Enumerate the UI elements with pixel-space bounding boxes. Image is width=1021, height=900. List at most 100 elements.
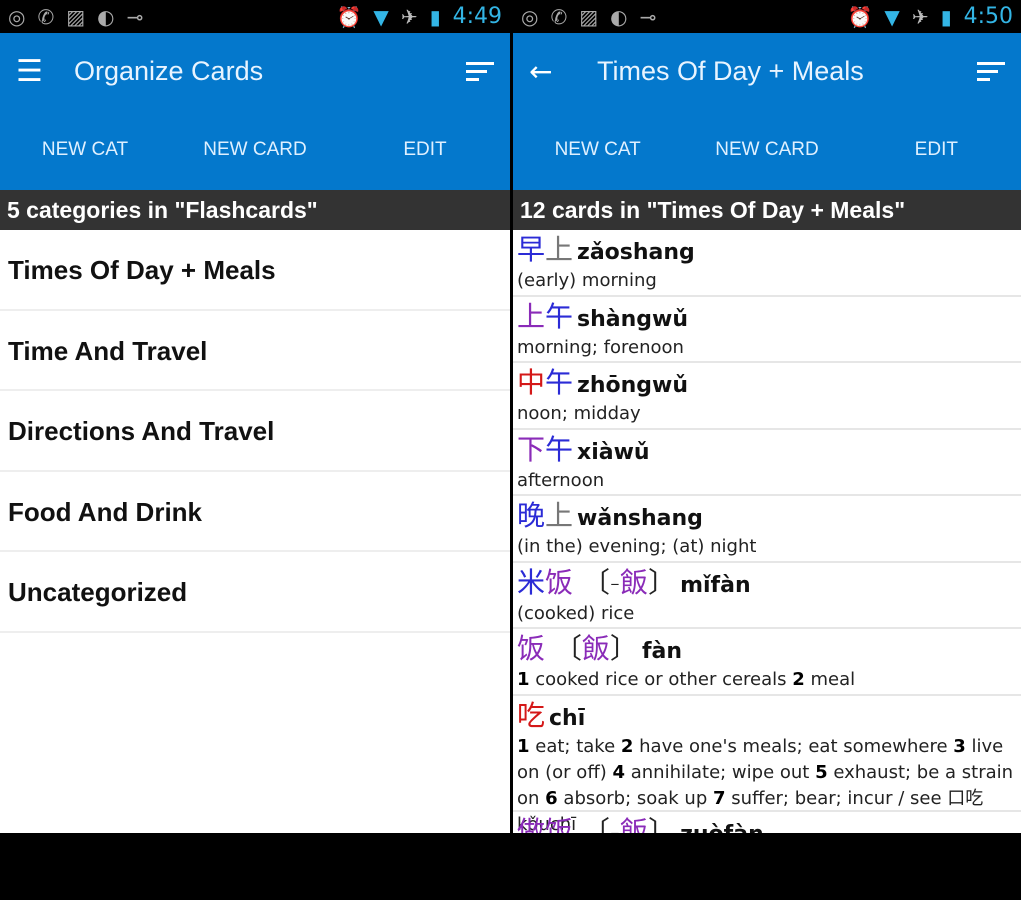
- card-row[interactable]: 中午 zhōngwǔ noon; midday: [513, 363, 1021, 430]
- battery-icon: ▮: [429, 4, 441, 29]
- battery-icon: ▮: [940, 4, 952, 29]
- sense-text: cooked rice or other cereals: [529, 669, 793, 690]
- sense-text: meal: [804, 669, 856, 690]
- card-row[interactable]: 上午 shàngwǔ morning; forenoon: [513, 297, 1021, 363]
- hanzi-char: 早: [517, 233, 546, 266]
- card-hanzi: 吃: [517, 699, 545, 732]
- sort-icon[interactable]: [977, 62, 1005, 81]
- card-hanzi: 上午: [517, 300, 573, 333]
- right-screen: ◎ ✆ ▨ ◐ ⊸ ⏰ ▼ ✈ ▮ 4:50 ← Times Of Day + …: [513, 0, 1021, 833]
- category-item[interactable]: Uncategorized: [0, 552, 510, 633]
- card-hanzi: 中午: [517, 366, 573, 399]
- whatsapp-icon: ✆: [550, 4, 568, 29]
- card-definition: 1 cooked rice or other cereals 2 meal: [517, 667, 1017, 693]
- hanzi-char: 〔-: [573, 814, 621, 834]
- card-pinyin: chī: [549, 705, 586, 731]
- sense-number: 2: [620, 735, 634, 757]
- hanzi-char: 〕: [648, 814, 677, 834]
- sense-number: 6: [545, 787, 558, 809]
- sense-text: have one's meals; eat somewhere: [633, 735, 954, 757]
- card-row[interactable]: 饭 〔飯〕 fàn 1 cooked rice or other cereals 2…: [513, 629, 1021, 696]
- sense-number: 3: [953, 735, 966, 757]
- hanzi-char: 中: [517, 366, 546, 399]
- hanzi-char: 下: [517, 432, 546, 466]
- card-hanzi: 早上: [517, 233, 573, 266]
- card-hanzi: 晚上: [517, 499, 573, 532]
- app-bar: ← Times Of Day + Meals NEW CAT NEW CARD …: [513, 33, 1021, 190]
- card-pinyin: xiàwǔ: [577, 439, 650, 465]
- card-hanzi: 米饭 〔-飯〕: [517, 566, 676, 599]
- card-pinyin: zhōngwǔ: [577, 373, 689, 398]
- card-row[interactable]: 吃 chī 1 eat; take 2 have one's meals; eat …: [513, 696, 1021, 833]
- sense-number: 7: [713, 787, 726, 809]
- sense-text: noon; midday: [517, 403, 641, 424]
- card-hanzi: 做饭 〔-飯〕: [517, 815, 676, 834]
- card-pinyin: shàngwǔ: [577, 306, 689, 332]
- hanzi-char: 上: [545, 233, 574, 266]
- hanzi-char: 上: [517, 299, 546, 333]
- card-definition: morning; forenoon: [517, 335, 1017, 361]
- sync-icon: ◎: [8, 4, 26, 29]
- hanzi-char: 上: [545, 499, 574, 532]
- alarm-icon: ⏰: [336, 4, 362, 29]
- card-pinyin: fàn: [641, 639, 683, 664]
- wifi-icon: ▼: [884, 4, 900, 29]
- sense-number: 5: [815, 761, 828, 783]
- left-screen: ◎ ✆ ▨ ◐ ⊸ ⏰ ▼ ✈ ▮ 4:49 ☰ Organize Cards …: [0, 0, 510, 833]
- clock: 4:49: [452, 4, 502, 29]
- category-item[interactable]: Directions And Travel: [0, 391, 510, 472]
- sense-number: 1: [517, 735, 530, 757]
- hanzi-char: 〔-: [573, 565, 621, 599]
- card-row[interactable]: 下午 xiàwǔ afternoon: [513, 430, 1021, 496]
- hanzi-char: 饭: [517, 632, 546, 665]
- sort-icon[interactable]: [466, 62, 494, 81]
- hanzi-char: 饭: [545, 814, 574, 834]
- page-title: Times Of Day + Meals: [597, 56, 864, 86]
- card-row[interactable]: 米饭 〔-飯〕 mǐfàn (cooked) rice: [513, 563, 1021, 629]
- new-card-button[interactable]: NEW CARD: [682, 139, 851, 161]
- card-definition: afternoon: [517, 468, 1017, 494]
- edit-button[interactable]: EDIT: [340, 139, 510, 161]
- alarm-icon: ⏰: [847, 4, 873, 29]
- hanzi-char: 午: [545, 366, 574, 399]
- card-definition: (early) morning: [517, 268, 1017, 294]
- category-item[interactable]: Food And Drink: [0, 472, 510, 552]
- card-pinyin: zǎoshang: [577, 240, 695, 265]
- sense-text: (in the) evening; (at) night: [517, 536, 757, 557]
- clock: 4:50: [963, 4, 1013, 29]
- key-icon: ⊸: [639, 4, 657, 29]
- hanzi-char: 〕: [648, 565, 677, 599]
- card-pinyin: wǎnshang: [577, 506, 703, 531]
- category-item[interactable]: Time And Travel: [0, 311, 510, 391]
- card-list[interactable]: 早上 zǎoshang (early) morning 上午 shàngwǔ mornin…: [513, 230, 1021, 833]
- category-item[interactable]: Times Of Day + Meals: [0, 230, 510, 311]
- list-subheader: 12 cards in "Times Of Day + Meals": [513, 190, 1021, 230]
- sense-text: morning; forenoon: [517, 336, 684, 358]
- new-card-button[interactable]: NEW CARD: [170, 139, 340, 161]
- edit-button[interactable]: EDIT: [852, 139, 1021, 161]
- menu-icon[interactable]: ☰: [16, 54, 74, 89]
- status-bar: ◎ ✆ ▨ ◐ ⊸ ⏰ ▼ ✈ ▮ 4:50: [513, 0, 1021, 33]
- sync-icon: ◎: [521, 4, 539, 29]
- sense-number: 2: [792, 669, 805, 690]
- card-row[interactable]: 晚上 wǎnshang (in the) evening; (at) night: [513, 496, 1021, 563]
- airplane-icon: ✈: [400, 4, 418, 29]
- wifi-icon: ▼: [373, 4, 389, 29]
- app-bar: ☰ Organize Cards NEW CAT NEW CARD EDIT: [0, 33, 510, 190]
- card-pinyin: zuòfàn: [680, 822, 764, 834]
- hanzi-char: 午: [545, 432, 574, 466]
- airplane-icon: ✈: [911, 4, 929, 29]
- image-icon: ▨: [579, 4, 599, 29]
- image-icon: ▨: [66, 4, 86, 29]
- card-definition: (cooked) rice: [517, 601, 1017, 627]
- hanzi-char: 飯: [620, 814, 649, 834]
- card-row[interactable]: 做饭 〔-飯〕zuòfàn: [513, 812, 1021, 834]
- card-hanzi: 饭 〔飯〕: [517, 632, 638, 665]
- sense-text: (cooked) rice: [517, 602, 635, 624]
- back-arrow-icon[interactable]: ←: [529, 55, 587, 88]
- card-definition: (in the) evening; (at) night: [517, 534, 1017, 560]
- hanzi-char: 做: [517, 814, 546, 834]
- card-row[interactable]: 早上 zǎoshang (early) morning: [513, 230, 1021, 297]
- new-cat-button[interactable]: NEW CAT: [513, 139, 682, 161]
- new-cat-button[interactable]: NEW CAT: [0, 139, 170, 161]
